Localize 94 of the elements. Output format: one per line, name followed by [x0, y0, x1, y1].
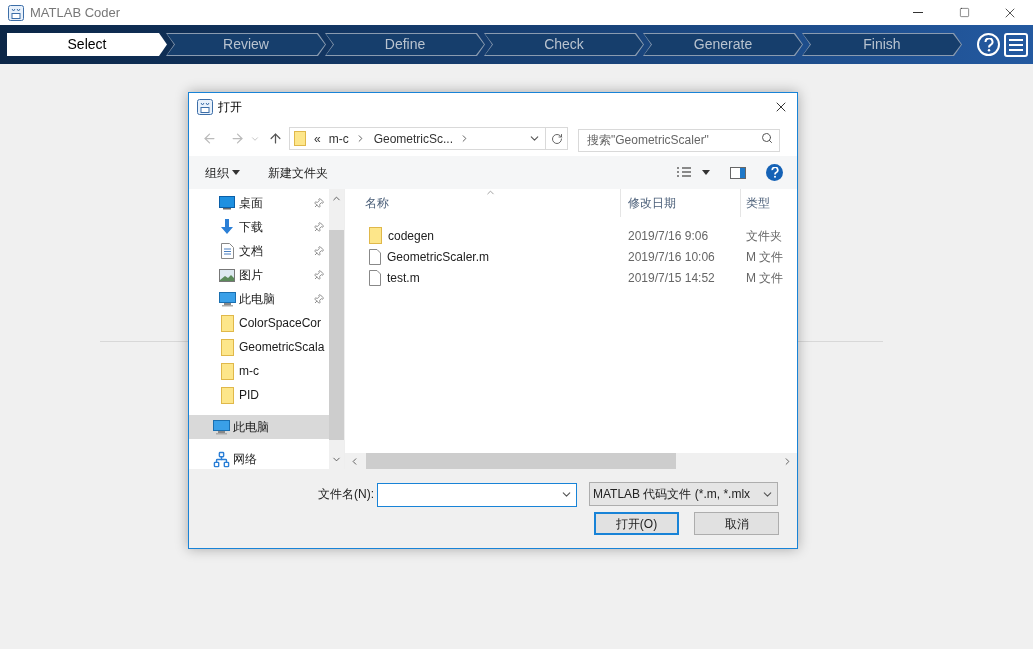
- window-title: MATLAB Coder: [30, 3, 121, 22]
- new-folder-button[interactable]: 新建文件夹: [262, 163, 334, 182]
- nav-item[interactable]: 文档: [189, 239, 329, 263]
- file-row[interactable]: GeometricScaler.m 2019/7/16 10:06 M 文件: [345, 246, 797, 267]
- refresh-icon: [550, 132, 563, 145]
- nav-item[interactable]: ColorSpaceCor: [189, 311, 329, 335]
- nav-item-label: 桌面: [239, 195, 263, 212]
- file-name: codegen: [388, 227, 435, 245]
- nav-item-label: 下载: [239, 219, 263, 236]
- nav-item[interactable]: PID: [189, 383, 329, 407]
- nav-item[interactable]: 网络: [189, 447, 329, 469]
- preview-pane-icon: [730, 166, 746, 179]
- wizard-step-tab[interactable]: Select: [7, 33, 167, 56]
- nav-item-label: 网络: [233, 451, 257, 468]
- address-bar[interactable]: « m-c GeometricSc...: [289, 127, 568, 150]
- caret-icon: [232, 170, 240, 175]
- breadcrumb-overflow[interactable]: «: [314, 129, 321, 148]
- forward-icon: [229, 131, 245, 146]
- file-type: M 文件: [745, 248, 784, 266]
- file-modified: 2019/7/16 9:06: [627, 227, 710, 245]
- column-header[interactable]: 修改日期: [621, 189, 741, 217]
- back-icon: [201, 131, 217, 146]
- nav-item[interactable]: m-c: [189, 359, 329, 383]
- file-row[interactable]: test.m 2019/7/15 14:52 M 文件: [345, 267, 797, 288]
- file-modified: 2019/7/15 14:52: [627, 269, 716, 287]
- nav-item-label: m-c: [239, 363, 259, 380]
- file-type: 文件夹: [745, 227, 782, 245]
- menu-button[interactable]: [1004, 32, 1028, 57]
- breadcrumb-item[interactable]: GeometricSc...: [373, 129, 454, 148]
- nav-item-label: GeometricScala: [239, 339, 325, 356]
- details-view-icon: [676, 166, 692, 179]
- file-name: GeometricScaler.m: [387, 248, 490, 266]
- nav-item-label: ColorSpaceCor: [239, 315, 322, 332]
- nav-item[interactable]: 下载: [189, 215, 329, 239]
- folder-icon: [220, 386, 234, 404]
- minimize-icon: [913, 12, 923, 13]
- nav-item[interactable]: 此电脑: [189, 415, 329, 439]
- download-icon: [219, 219, 235, 235]
- file-row[interactable]: codegen 2019/7/16 9:06 文件夹: [345, 225, 797, 246]
- picture-icon: [219, 268, 235, 282]
- up-icon: [267, 131, 283, 146]
- nav-item[interactable]: 此电脑: [189, 287, 329, 311]
- nav-item-label: 此电脑: [239, 291, 275, 308]
- nav-item-label: 文档: [239, 243, 263, 260]
- breadcrumb-item[interactable]: m-c: [328, 129, 349, 148]
- file-name-label: 文件名(N):: [318, 486, 374, 503]
- wizard-step-tab[interactable]: Review: [166, 33, 326, 56]
- dialog-title: 打开: [218, 99, 242, 116]
- organize-menu-button[interactable]: 组织: [199, 163, 246, 182]
- dialog-button[interactable]: 取消: [694, 512, 779, 535]
- document-icon: [220, 243, 234, 259]
- maximize-icon: [958, 7, 970, 18]
- wizard-step-tab[interactable]: Define: [325, 33, 485, 56]
- folder-icon: [220, 314, 234, 332]
- app-icon: [8, 4, 24, 21]
- vertical-scrollbar[interactable]: [329, 189, 344, 469]
- column-header[interactable]: 类型: [741, 189, 797, 217]
- file-type: M 文件: [745, 269, 784, 287]
- help-button[interactable]: [766, 164, 783, 181]
- nav-item-label: PID: [239, 387, 259, 404]
- wizard-step-tab[interactable]: Check: [484, 33, 644, 56]
- nav-item[interactable]: 图片: [189, 263, 329, 287]
- desktop-icon: [219, 196, 235, 210]
- search-icon: [761, 132, 773, 144]
- folder-icon: [220, 362, 234, 380]
- wizard-step-tab[interactable]: Finish: [802, 33, 962, 56]
- app-icon: [197, 99, 213, 115]
- nav-item[interactable]: GeometricScala: [189, 335, 329, 359]
- search-field[interactable]: 搜索"GeometricScaler": [578, 128, 780, 152]
- file-icon: [369, 248, 381, 265]
- caret-icon: [702, 170, 710, 175]
- file-type-dropdown[interactable]: MATLAB 代码文件 (*.m, *.mlx: [589, 482, 778, 506]
- network-icon: [212, 450, 230, 468]
- nav-item[interactable]: 桌面: [189, 191, 329, 215]
- file-name-field[interactable]: [377, 483, 577, 507]
- help-icon: [770, 167, 779, 178]
- file-modified: 2019/7/16 10:06: [627, 248, 716, 266]
- folder-icon: [220, 338, 234, 356]
- computer-icon: [212, 419, 230, 435]
- file-name: test.m: [387, 269, 420, 287]
- nav-item-label: 此电脑: [233, 419, 269, 436]
- computer-icon: [218, 291, 236, 307]
- file-icon: [369, 269, 381, 286]
- dialog-button[interactable]: 打开(O): [594, 512, 679, 535]
- wizard-step-tab[interactable]: Generate: [643, 33, 803, 56]
- horizontal-scrollbar[interactable]: [345, 453, 797, 469]
- preview-pane-button[interactable]: [730, 166, 746, 179]
- folder-icon: [294, 131, 306, 146]
- view-options-button[interactable]: [676, 166, 710, 179]
- column-header[interactable]: 名称: [345, 189, 621, 217]
- folder-icon: [369, 227, 382, 244]
- help-icon: [983, 37, 994, 52]
- help-button[interactable]: [977, 33, 1000, 56]
- nav-item-label: 图片: [239, 267, 263, 284]
